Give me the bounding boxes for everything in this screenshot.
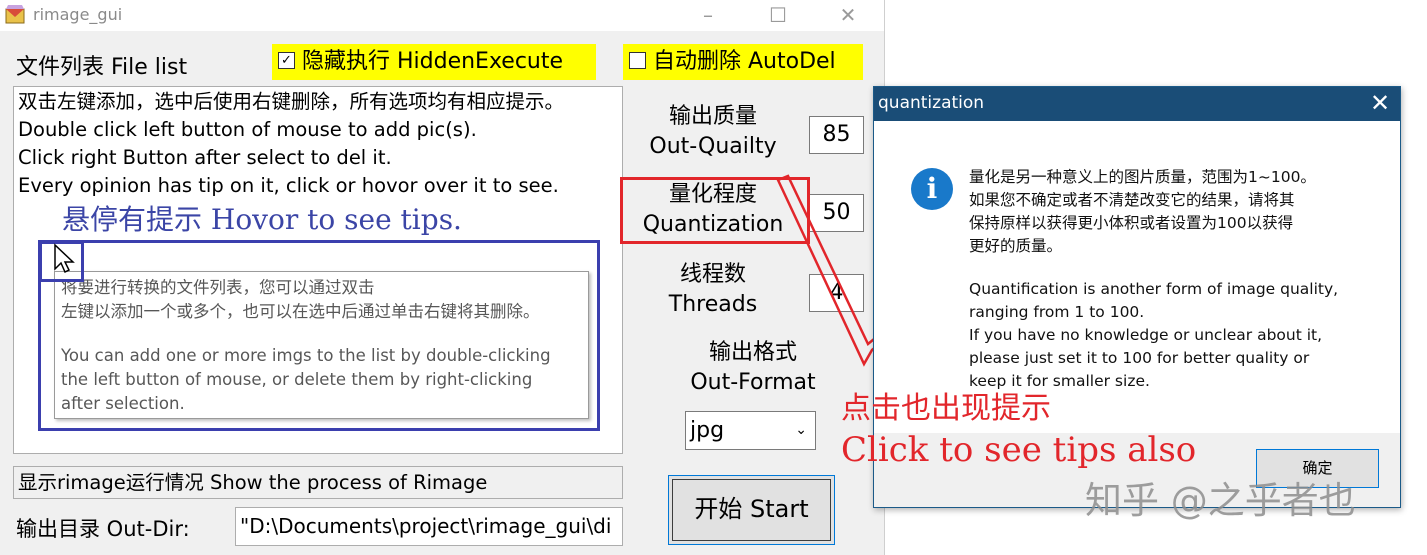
info-icon: i — [911, 168, 953, 210]
status-text: 显示rimage运行情况 Show the process of Rimage — [18, 471, 488, 494]
quality-label: 输出质量 Out-Quailty — [628, 102, 798, 162]
dialog-message-line: If you have no knowledge or unclear abou… — [969, 326, 1323, 344]
outdir-value: "D:\Documents\project\rimage_gui\di — [240, 514, 612, 538]
dialog-message-line: 保持原样以获得更小体积或者设置为100以获得 — [969, 214, 1294, 232]
maximize-button[interactable]: ☐ — [755, 2, 801, 30]
quality-label-cn: 输出质量 — [668, 104, 757, 129]
status-box: 显示rimage运行情况 Show the process of Rimage — [13, 466, 623, 499]
mouse-cursor-icon — [54, 243, 75, 274]
close-button[interactable]: ✕ — [825, 2, 871, 30]
close-icon[interactable]: ✕ — [1370, 89, 1390, 117]
minimize-button[interactable]: – — [685, 2, 731, 30]
file-list-line: Every opinion has tip on it, click or ho… — [18, 174, 559, 197]
quality-input[interactable]: 85 — [809, 116, 864, 154]
hover-highlight-box — [38, 240, 600, 431]
file-list-line: Click right Button after select to del i… — [18, 146, 392, 169]
format-selected-value: jpg — [690, 418, 725, 443]
watermark: 知乎 @之乎者也 — [1085, 479, 1356, 522]
dialog-message-line: 更好的质量。 — [969, 237, 1063, 255]
quality-label-en: Out-Quailty — [649, 134, 777, 159]
file-list-label: 文件列表 File list — [16, 55, 188, 80]
click-hint-en-annotation: Click to see tips also — [841, 430, 1197, 470]
window-title: rimage_gui — [33, 5, 123, 24]
format-select[interactable]: jpg ⌄ — [685, 411, 816, 450]
file-list-line: Double click left button of mouse to add… — [18, 118, 477, 141]
dialog-message-line: please just set it to 100 for better qua… — [969, 349, 1310, 367]
outdir-label: 输出目录 Out-Dir: — [16, 517, 190, 541]
start-button-focus-ring — [672, 479, 831, 541]
hover-hint-annotation: 悬停有提示 Hovor to see tips. — [62, 203, 462, 236]
hidden-execute-label: 隐藏执行 HiddenExecute — [302, 49, 564, 74]
checkbox-checked-icon: ✓ — [278, 51, 295, 69]
auto-delete-checkbox[interactable]: 自动删除 AutoDel — [623, 44, 863, 80]
outdir-input[interactable]: "D:\Documents\project\rimage_gui\di — [235, 507, 623, 546]
file-list-line: 双击左键添加，选中后使用右键删除，所有选项均有相应提示。 — [18, 90, 565, 113]
app-icon — [5, 5, 25, 24]
hidden-execute-checkbox[interactable]: ✓ 隐藏执行 HiddenExecute — [272, 44, 596, 80]
chevron-down-icon: ⌄ — [795, 422, 807, 438]
dialog-message-line: ranging from 1 to 100. — [969, 303, 1145, 321]
dialog-message-line: Quantification is another form of image … — [969, 280, 1339, 298]
dialog-message-line: 量化是另一种意义上的图片质量，范围为1~100。 — [969, 168, 1316, 186]
dialog-title: quantization — [878, 93, 985, 113]
title-bar[interactable] — [0, 0, 884, 31]
click-hint-cn-annotation: 点击也出现提示 — [841, 391, 1051, 426]
format-label-en: Out-Format — [690, 370, 816, 395]
checkbox-unchecked-icon — [629, 51, 646, 69]
dialog-message-line: 如果您不确定或者不清楚改变它的结果，请将其 — [969, 191, 1295, 209]
auto-delete-label: 自动删除 AutoDel — [653, 49, 836, 74]
